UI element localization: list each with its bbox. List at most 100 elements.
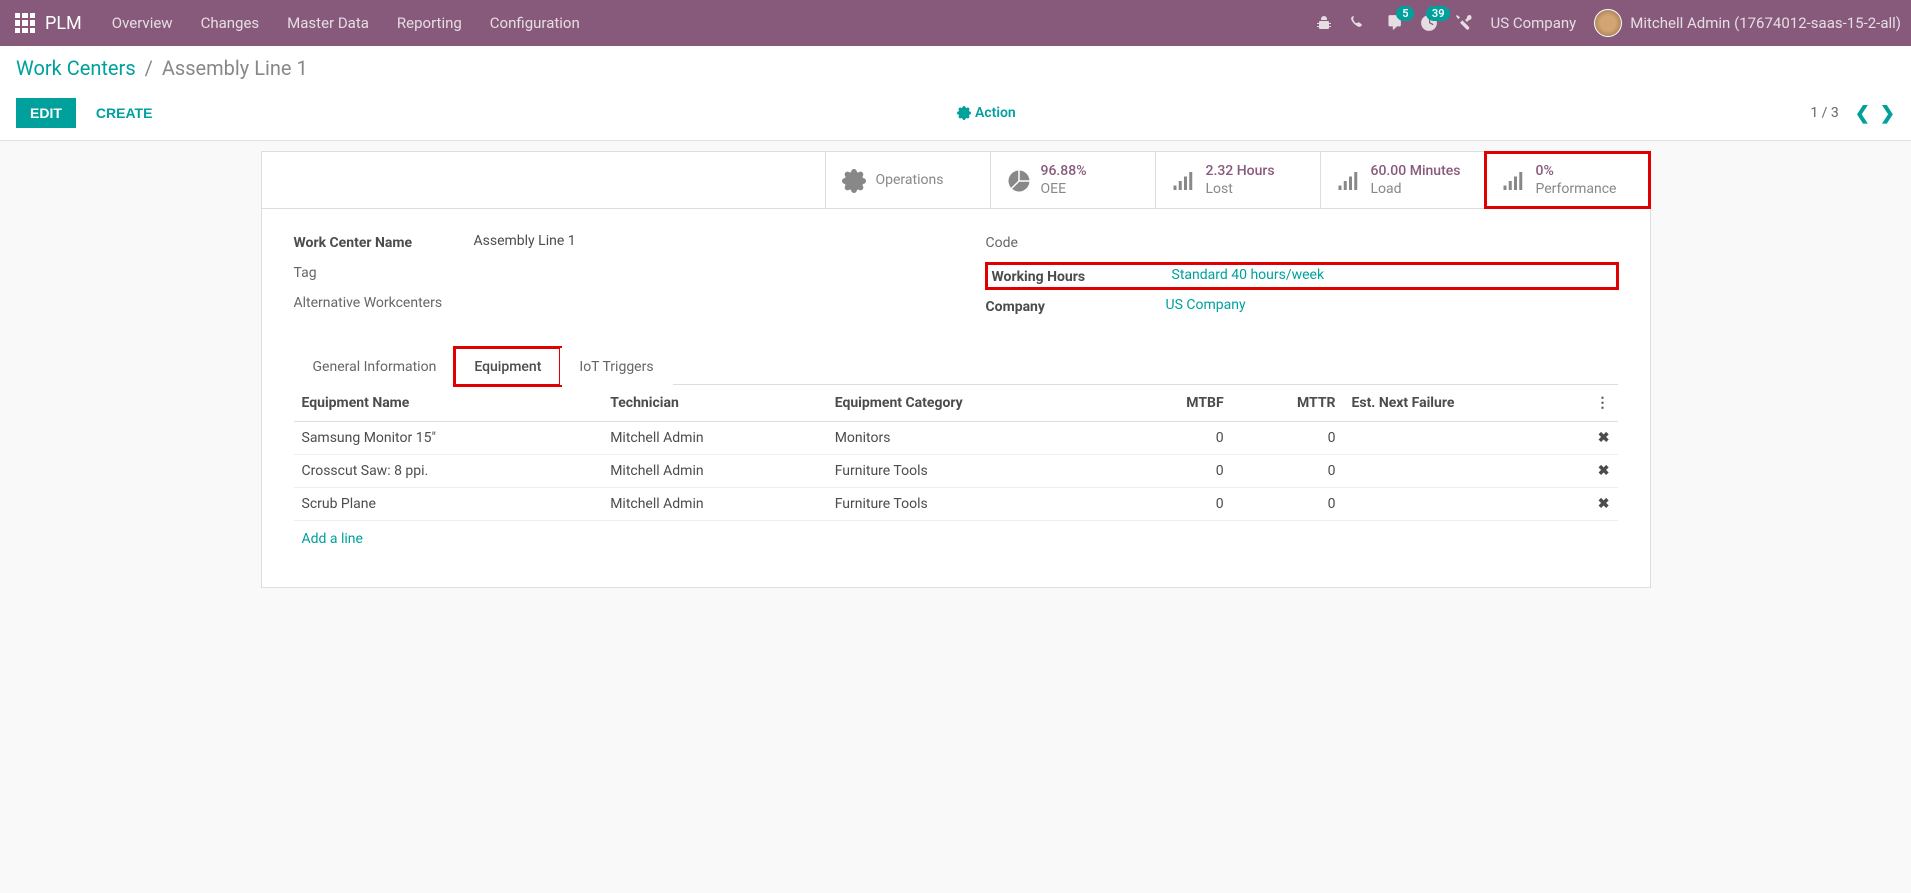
cell-next (1344, 422, 1588, 455)
tab-equipment[interactable]: Equipment (455, 348, 560, 385)
cell-next (1344, 488, 1588, 521)
stat-load-label: Load (1371, 180, 1461, 198)
edit-button[interactable]: EDIT (16, 98, 76, 128)
breadcrumb-parent[interactable]: Work Centers (16, 56, 136, 80)
cell-cat: Furniture Tools (827, 488, 1122, 521)
nav-right: 5 39 US Company Mitchell Admin (17674012… (1316, 9, 1901, 37)
table-row[interactable]: Crosscut Saw: 8 ppi.Mitchell AdminFurnit… (294, 455, 1618, 488)
col-mtbf: MTBF (1122, 385, 1232, 422)
gear-icon (842, 168, 866, 193)
tools-icon[interactable] (1456, 15, 1472, 31)
avatar (1594, 9, 1622, 37)
create-button[interactable]: CREATE (86, 98, 163, 128)
bar-chart-icon (1172, 168, 1196, 193)
cell-tech: Mitchell Admin (602, 455, 827, 488)
col-options[interactable]: ⋮ (1588, 385, 1618, 422)
bar-chart-icon (1337, 168, 1361, 193)
stat-perf-label: Performance (1536, 180, 1617, 198)
cell-mttr: 0 (1232, 422, 1344, 455)
label-workcenter-name: Work Center Name (294, 233, 474, 251)
stat-lost[interactable]: 2.32 Hours Lost (1155, 152, 1320, 208)
label-working-hours: Working Hours (992, 267, 1172, 285)
pie-chart-icon (1007, 168, 1031, 193)
breadcrumb-sep: / (145, 56, 153, 80)
nav-configuration[interactable]: Configuration (490, 14, 580, 32)
stat-oee[interactable]: 96.88% OEE (990, 152, 1155, 208)
delete-row-icon[interactable]: ✖ (1588, 422, 1618, 455)
cell-name: Samsung Monitor 15" (294, 422, 603, 455)
cell-cat: Furniture Tools (827, 455, 1122, 488)
stat-lost-value: 2.32 Hours (1206, 162, 1275, 180)
table-row[interactable]: Scrub PlaneMitchell AdminFurniture Tools… (294, 488, 1618, 521)
tab-iot-triggers[interactable]: IoT Triggers (560, 348, 672, 385)
col-technician: Technician (602, 385, 827, 422)
activities-icon[interactable]: 39 (1420, 14, 1438, 32)
stat-performance[interactable]: 0% Performance (1485, 152, 1650, 208)
form-sheet: Operations 96.88% OEE 2.32 Hours Lost (261, 151, 1651, 588)
cell-name: Crosscut Saw: 8 ppi. (294, 455, 603, 488)
value-working-hours[interactable]: Standard 40 hours/week (1172, 267, 1612, 283)
activities-badge: 39 (1426, 6, 1451, 21)
cell-mtbf: 0 (1122, 422, 1232, 455)
stat-oee-label: OEE (1041, 180, 1087, 198)
messages-icon[interactable]: 5 (1384, 14, 1402, 32)
cell-name: Scrub Plane (294, 488, 603, 521)
pager-prev[interactable]: ❮ (1855, 103, 1870, 124)
bug-icon[interactable] (1316, 15, 1332, 31)
value-workcenter-name: Assembly Line 1 (474, 233, 926, 249)
cell-mtbf: 0 (1122, 455, 1232, 488)
control-panel: Work Centers / Assembly Line 1 EDIT CREA… (0, 46, 1911, 141)
label-code: Code (986, 233, 1166, 251)
table-row[interactable]: Samsung Monitor 15"Mitchell AdminMonitor… (294, 422, 1618, 455)
stat-lost-label: Lost (1206, 180, 1275, 198)
stat-oee-value: 96.88% (1041, 162, 1087, 180)
col-next-failure: Est. Next Failure (1344, 385, 1588, 422)
cell-mttr: 0 (1232, 488, 1344, 521)
nav-master-data[interactable]: Master Data (287, 14, 369, 32)
user-name: Mitchell Admin (17674012-saas-15-2-all) (1630, 14, 1901, 32)
messages-badge: 5 (1396, 6, 1414, 21)
app-brand[interactable]: PLM (45, 13, 82, 34)
bar-chart-icon (1502, 168, 1526, 193)
cell-next (1344, 455, 1588, 488)
stat-operations[interactable]: Operations (825, 152, 990, 208)
cell-cat: Monitors (827, 422, 1122, 455)
stat-load-value: 60.00 Minutes (1371, 162, 1461, 180)
cell-tech: Mitchell Admin (602, 422, 827, 455)
action-dropdown[interactable]: Action (957, 105, 1016, 121)
delete-row-icon[interactable]: ✖ (1588, 455, 1618, 488)
cell-mtbf: 0 (1122, 488, 1232, 521)
stat-operations-label: Operations (876, 171, 944, 189)
value-company[interactable]: US Company (1166, 297, 1618, 313)
stat-perf-value: 0% (1536, 162, 1617, 180)
label-tag: Tag (294, 263, 474, 281)
nav-changes[interactable]: Changes (201, 14, 260, 32)
nav-menu: Overview Changes Master Data Reporting C… (112, 14, 1317, 32)
apps-icon[interactable] (15, 13, 35, 33)
col-equipment-name: Equipment Name (294, 385, 603, 422)
delete-row-icon[interactable]: ✖ (1588, 488, 1618, 521)
col-mttr: MTTR (1232, 385, 1344, 422)
add-line[interactable]: Add a line (294, 521, 1618, 557)
pager-next[interactable]: ❯ (1880, 103, 1895, 124)
nav-overview[interactable]: Overview (112, 14, 173, 32)
pager-text[interactable]: 1 / 3 (1810, 105, 1838, 121)
tab-general-info[interactable]: General Information (294, 348, 456, 385)
gear-icon (957, 106, 971, 120)
label-alt-workcenters: Alternative Workcenters (294, 293, 474, 311)
label-company: Company (986, 297, 1166, 315)
user-menu[interactable]: Mitchell Admin (17674012-saas-15-2-all) (1594, 9, 1901, 37)
stat-load[interactable]: 60.00 Minutes Load (1320, 152, 1485, 208)
col-category: Equipment Category (827, 385, 1122, 422)
cell-mttr: 0 (1232, 455, 1344, 488)
company-selector[interactable]: US Company (1490, 14, 1576, 32)
equipment-table: Equipment Name Technician Equipment Cate… (294, 385, 1618, 521)
phone-icon[interactable] (1350, 15, 1366, 31)
stat-buttons: Operations 96.88% OEE 2.32 Hours Lost (262, 152, 1650, 209)
breadcrumb-current: Assembly Line 1 (162, 56, 308, 80)
nav-reporting[interactable]: Reporting (397, 14, 462, 32)
top-navbar: PLM Overview Changes Master Data Reporti… (0, 0, 1911, 46)
tabs: General Information Equipment IoT Trigge… (294, 347, 1618, 385)
action-label: Action (975, 105, 1016, 121)
breadcrumb: Work Centers / Assembly Line 1 (16, 56, 1895, 80)
